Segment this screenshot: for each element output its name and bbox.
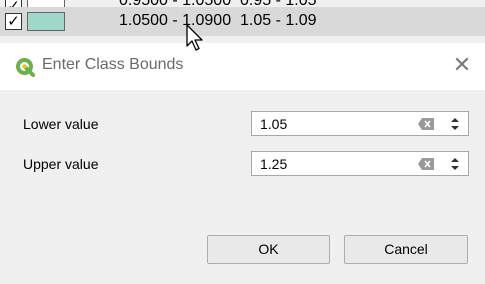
- row-checkbox[interactable]: ✓: [5, 13, 22, 30]
- enter-class-bounds-dialog: Enter Class Bounds ✕ Lower value 1.05 Up…: [0, 43, 485, 284]
- ok-button[interactable]: OK: [207, 235, 330, 264]
- upper-value-spinbox[interactable]: 1.25: [251, 151, 469, 176]
- dialog-titlebar[interactable]: Enter Class Bounds ✕: [0, 43, 485, 90]
- close-icon[interactable]: ✕: [451, 54, 473, 78]
- cancel-button[interactable]: Cancel: [344, 235, 468, 264]
- symbol-swatch[interactable]: [27, 12, 65, 31]
- clear-icon[interactable]: [418, 118, 434, 130]
- lower-value-label: Lower value: [23, 116, 99, 132]
- lower-value-input[interactable]: 1.05: [260, 116, 287, 132]
- upper-value-label: Upper value: [23, 156, 99, 172]
- spin-arrows-icon[interactable]: [450, 116, 460, 132]
- upper-value-input[interactable]: 1.25: [260, 156, 287, 172]
- clear-icon[interactable]: [418, 158, 434, 170]
- dialog-title: Enter Class Bounds: [42, 56, 184, 73]
- table-row[interactable]: ✓ 1.0500 - 1.0900 1.05 - 1.09: [0, 7, 485, 36]
- class-range-text[interactable]: 1.0500 - 1.0900 1.05 - 1.09: [119, 12, 316, 30]
- lower-value-spinbox[interactable]: 1.05: [251, 111, 469, 136]
- mouse-cursor-icon: [186, 24, 203, 51]
- qgis-logo-icon: [16, 58, 35, 77]
- spin-arrows-icon[interactable]: [450, 156, 460, 172]
